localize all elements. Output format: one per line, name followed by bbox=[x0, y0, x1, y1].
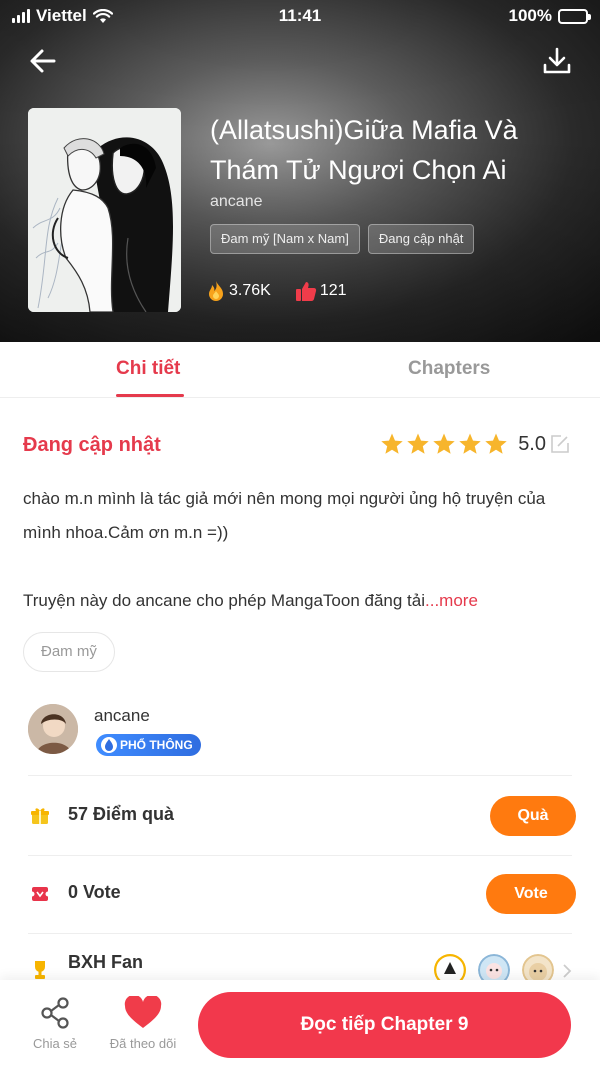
likes-stat: 121 bbox=[295, 280, 347, 302]
description-paragraph-2: Truyện này do ancane cho phép MangaToon … bbox=[23, 584, 563, 618]
gift-row: 57 Điểm quà Quà bbox=[28, 778, 576, 856]
water-drop-icon bbox=[101, 737, 117, 753]
heart-icon bbox=[124, 996, 162, 1028]
follow-button[interactable]: Đã theo dõi bbox=[103, 996, 183, 1051]
vote-ticket-icon bbox=[30, 887, 50, 901]
tag-list: Đam mỹ [Nam x Nam] Đang cập nhật bbox=[210, 224, 475, 254]
level-badge: PHỔ THÔNG bbox=[96, 734, 201, 756]
detail-tabs: Chi tiết Chapters bbox=[0, 342, 600, 398]
description-text-2: Truyện này do ancane cho phép MangaToon … bbox=[23, 591, 425, 610]
avatar[interactable] bbox=[28, 704, 78, 754]
share-icon bbox=[41, 997, 69, 1029]
status-right: 100% bbox=[508, 6, 591, 26]
likes-count: 121 bbox=[319, 282, 347, 299]
author-card-name: ancane bbox=[94, 706, 150, 725]
gift-button[interactable]: Quà bbox=[490, 796, 576, 836]
star-icon[interactable] bbox=[432, 432, 456, 456]
manga-cover-image bbox=[28, 108, 181, 312]
bottom-action-bar: Chia sẻ Đã theo dõi Đọc tiếp Chapter 9 bbox=[0, 980, 600, 1067]
fire-icon bbox=[209, 281, 223, 301]
update-status: Đang cập nhật bbox=[23, 434, 161, 456]
share-button[interactable]: Chia sẻ bbox=[15, 996, 95, 1051]
description: chào m.n mình là tác giả mới nên mong mọ… bbox=[23, 482, 563, 618]
author-card[interactable]: ancane PHỔ THÔNG bbox=[28, 702, 572, 776]
fan-ranking-label: BXH Fan bbox=[68, 952, 144, 972]
tab-detail[interactable]: Chi tiết bbox=[116, 358, 180, 380]
level-badge-label: PHỔ THÔNG bbox=[120, 738, 193, 752]
star-rating[interactable] bbox=[380, 432, 508, 456]
back-arrow-icon[interactable] bbox=[26, 44, 60, 78]
tab-chapters[interactable]: Chapters bbox=[408, 358, 490, 380]
edit-icon[interactable] bbox=[550, 434, 570, 454]
share-label: Chia sẻ bbox=[32, 1036, 78, 1051]
rating-value: 5.0 bbox=[518, 432, 546, 455]
star-icon[interactable] bbox=[406, 432, 430, 456]
rating: 5.0 bbox=[380, 432, 570, 456]
status-bar: Viettel 11:41 100% bbox=[0, 0, 600, 32]
manga-header: Viettel 11:41 100% (Allatsushi)Giữa Mafi… bbox=[0, 0, 600, 342]
views-stat: 3.76K bbox=[206, 280, 271, 302]
chevron-right-icon bbox=[563, 964, 572, 978]
continue-reading-button[interactable]: Đọc tiếp Chapter 9 bbox=[198, 992, 571, 1058]
battery-percent: 100% bbox=[508, 6, 552, 25]
genre-chip[interactable]: Đam mỹ bbox=[23, 632, 115, 672]
tag-status[interactable]: Đang cập nhật bbox=[367, 224, 475, 254]
description-paragraph-1: chào m.n mình là tác giả mới nên mong mọ… bbox=[23, 489, 546, 542]
active-tab-indicator bbox=[116, 394, 184, 397]
gift-icon bbox=[31, 808, 49, 824]
gift-points-label: 57 Điểm quà bbox=[68, 804, 175, 824]
views-count: 3.76K bbox=[229, 282, 271, 299]
battery-icon bbox=[558, 8, 591, 24]
vote-row: 0 Vote Vote bbox=[28, 856, 576, 934]
more-link[interactable]: ...more bbox=[425, 591, 478, 610]
star-icon[interactable] bbox=[380, 432, 404, 456]
star-icon[interactable] bbox=[458, 432, 482, 456]
download-icon[interactable] bbox=[542, 46, 572, 76]
manga-author[interactable]: ancane bbox=[210, 193, 263, 211]
follow-label: Đã theo dõi bbox=[109, 1036, 177, 1051]
tag-genre[interactable]: Đam mỹ [Nam x Nam] bbox=[210, 224, 360, 254]
manga-stats: 3.76K 121 bbox=[206, 280, 347, 302]
vote-count-label: 0 Vote bbox=[68, 882, 121, 902]
star-icon[interactable] bbox=[484, 432, 508, 456]
trophy-icon bbox=[35, 961, 45, 979]
vote-button[interactable]: Vote bbox=[486, 874, 576, 914]
manga-title: (Allatsushi)Giữa Mafia Và Thám Tử Ngươi … bbox=[210, 115, 518, 185]
thumbs-up-icon bbox=[295, 282, 316, 301]
